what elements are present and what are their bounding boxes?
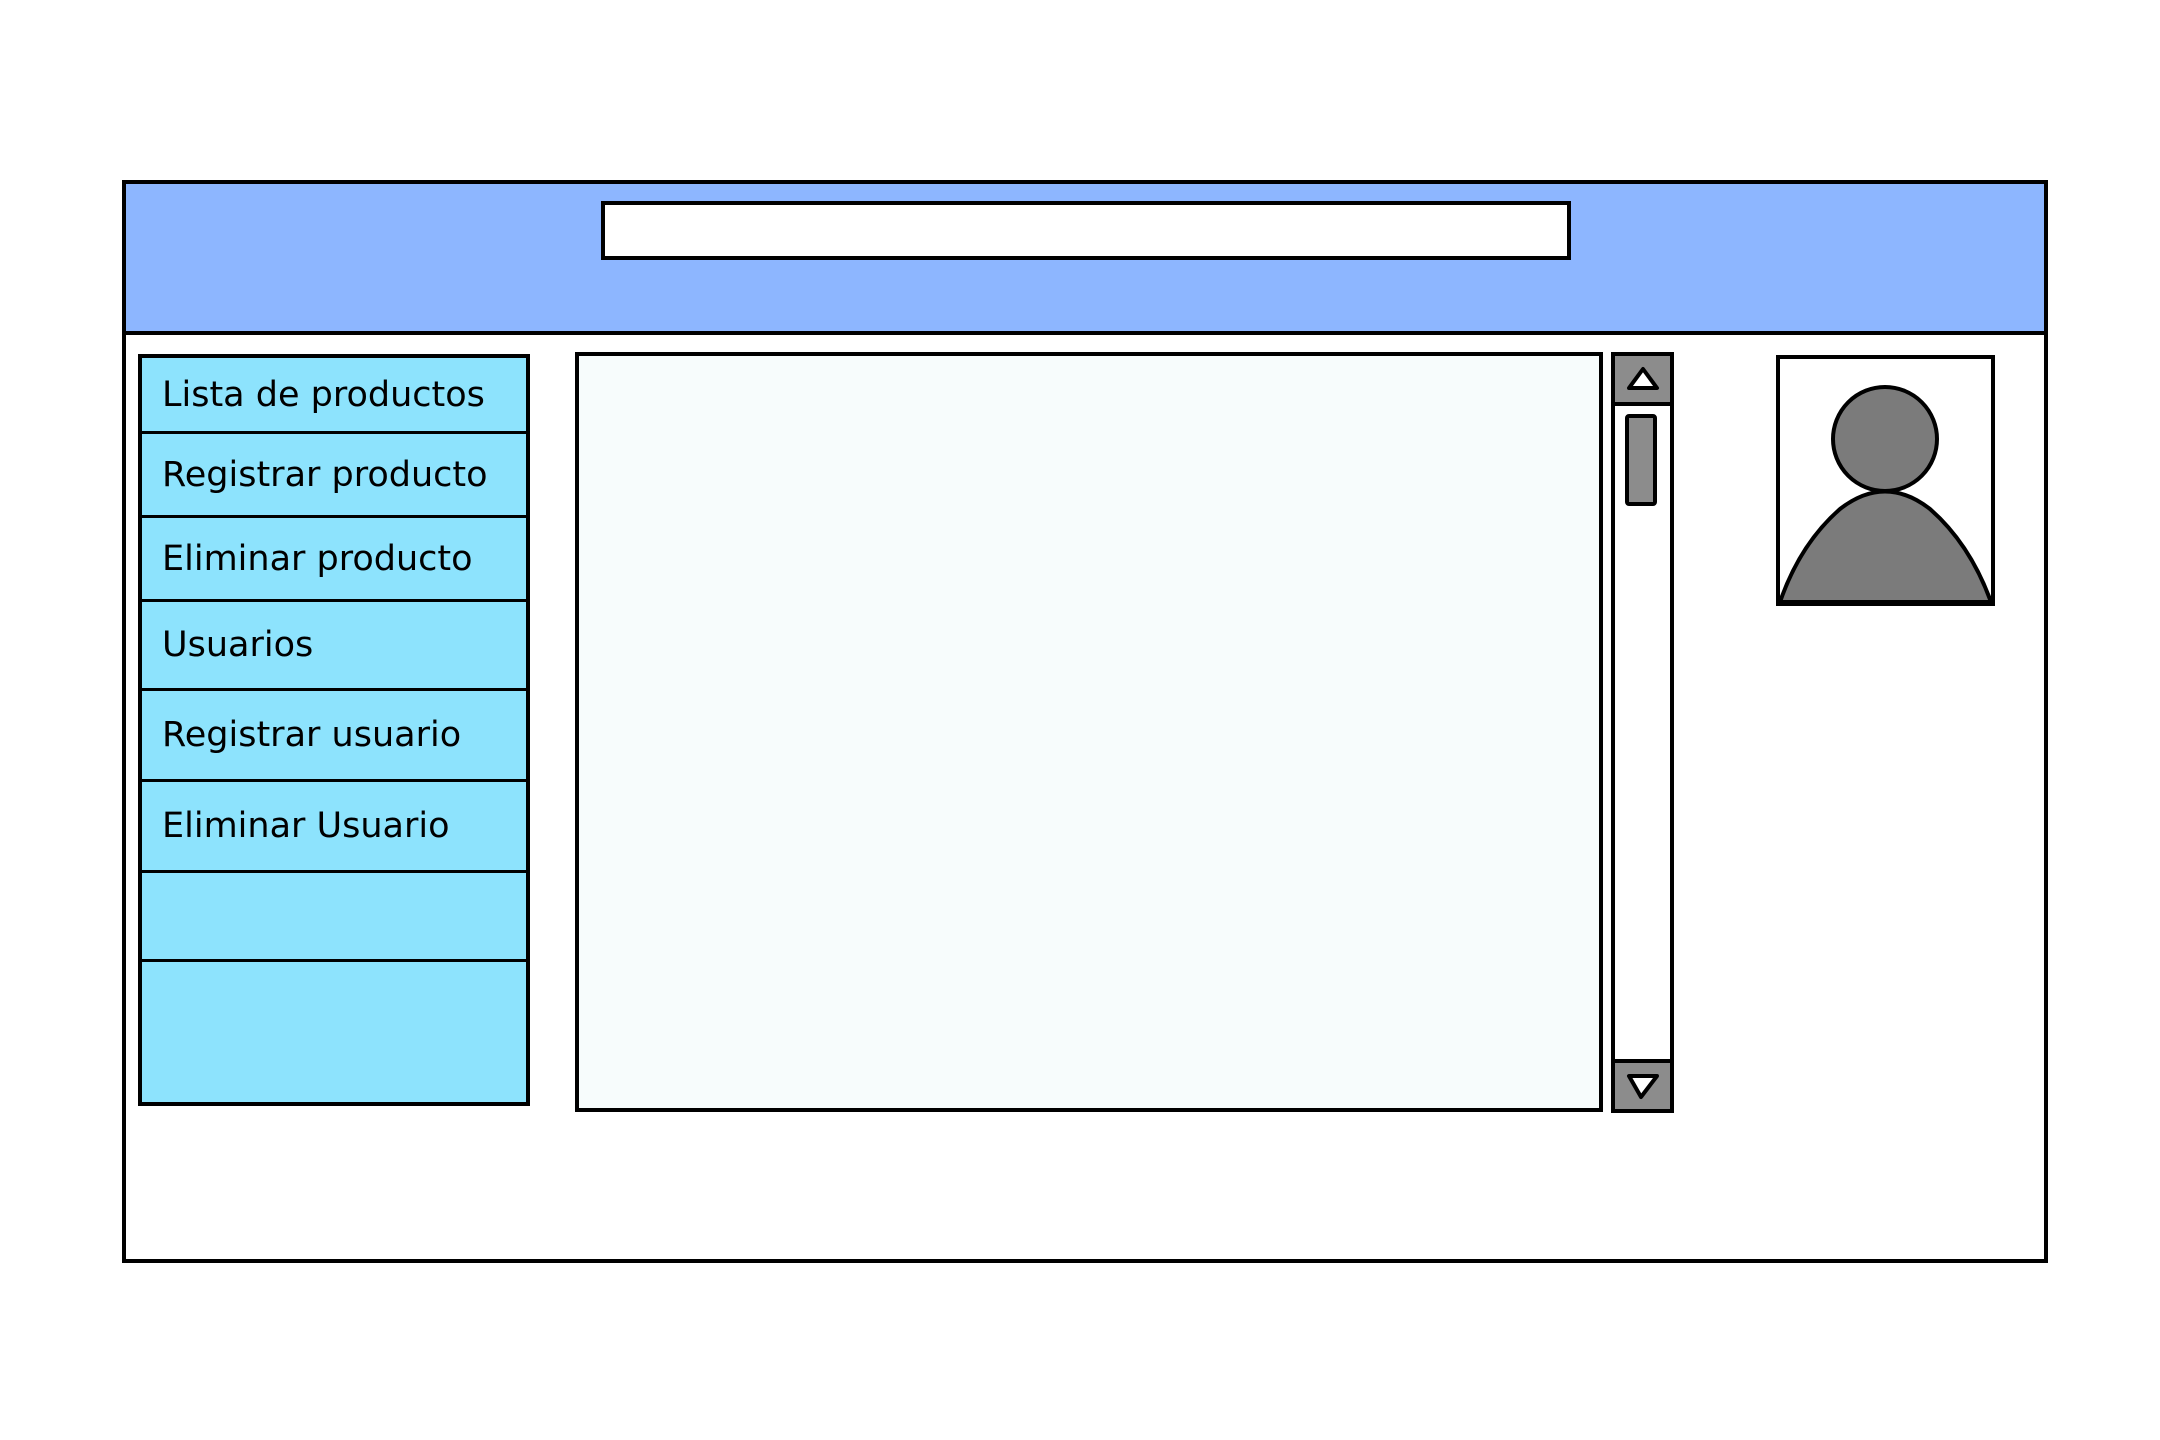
sidebar-menu: Lista de productos Registrar producto El… [138, 354, 530, 1106]
sidebar-item-label: Usuarios [162, 625, 314, 665]
sidebar-item-empty-2[interactable] [142, 962, 526, 1106]
main-content-area[interactable] [575, 352, 1603, 1112]
sidebar-item-label: Registrar producto [162, 454, 488, 495]
user-icon [1780, 385, 1991, 602]
sidebar-item-registrar-producto[interactable]: Registrar producto [142, 434, 526, 518]
avatar [1776, 355, 1995, 606]
sidebar-item-label: Lista de productos [162, 374, 485, 415]
triangle-down-icon [1626, 1074, 1659, 1099]
scroll-down-button[interactable] [1615, 1059, 1670, 1109]
sidebar-item-label: Eliminar Usuario [162, 806, 450, 846]
sidebar-item-label: Eliminar producto [162, 538, 473, 579]
app-window: Lista de productos Registrar producto El… [122, 180, 2048, 1263]
sidebar-item-empty-1[interactable] [142, 873, 526, 962]
header-bar [126, 184, 2044, 335]
sidebar-item-eliminar-producto[interactable]: Eliminar producto [142, 518, 526, 602]
scroll-thumb[interactable] [1625, 414, 1657, 506]
scroll-up-button[interactable] [1615, 356, 1670, 406]
vertical-scrollbar[interactable] [1611, 352, 1674, 1113]
sidebar-item-usuarios[interactable]: Usuarios [142, 602, 526, 691]
sidebar-item-label: Registrar usuario [162, 715, 462, 755]
sidebar-item-registrar-usuario[interactable]: Registrar usuario [142, 691, 526, 782]
sidebar-item-eliminar-usuario[interactable]: Eliminar Usuario [142, 782, 526, 873]
search-input[interactable] [601, 201, 1571, 260]
triangle-up-icon [1626, 367, 1659, 390]
sidebar-item-lista-de-productos[interactable]: Lista de productos [142, 358, 526, 434]
